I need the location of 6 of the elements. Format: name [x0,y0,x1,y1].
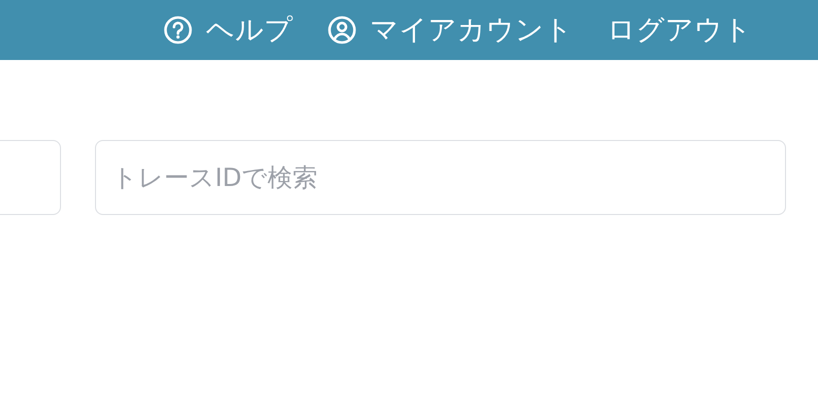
nav-link[interactable]: ログアウト [607,12,752,48]
nav-link[interactable]: ヘルプ [206,12,293,48]
help-icon [163,15,193,45]
nav-link[interactable]: マイアカウント [370,12,573,48]
user-icon [327,15,357,45]
search-field[interactable]: トレースIDで検索 [95,140,786,215]
